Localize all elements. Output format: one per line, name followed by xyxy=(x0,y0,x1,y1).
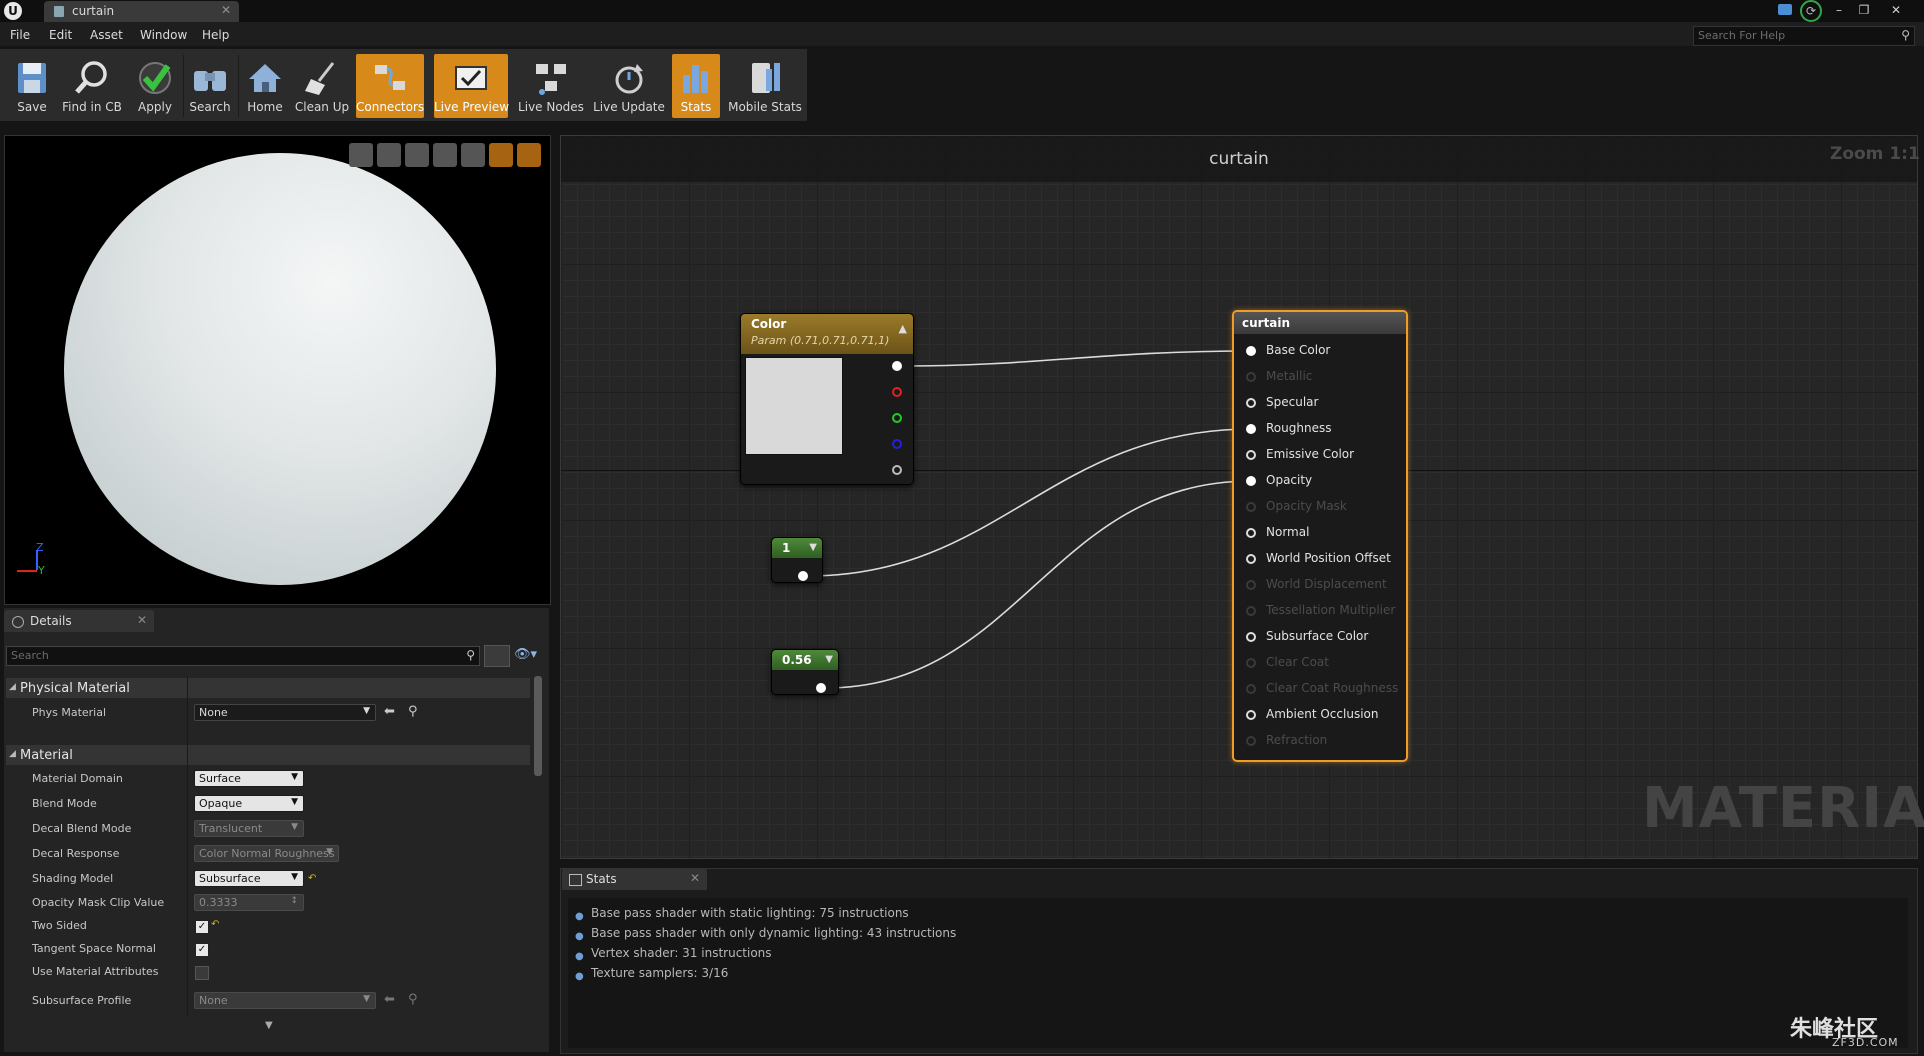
main-input-label: Normal xyxy=(1266,525,1310,539)
main-input-label: World Displacement xyxy=(1266,577,1387,591)
color-output-r-pin[interactable] xyxy=(892,387,902,397)
main-input-label: Base Color xyxy=(1266,343,1331,357)
stat-bullet: ● xyxy=(575,951,584,962)
color-output-b-pin[interactable] xyxy=(892,439,902,449)
stats-tab-label: Stats xyxy=(586,872,617,886)
collapse-arrow-icon[interactable]: ▲ xyxy=(899,322,907,335)
main-input-label: Emissive Color xyxy=(1266,447,1355,461)
main-input-pin[interactable] xyxy=(1246,398,1256,408)
close-stats-icon[interactable]: ✕ xyxy=(690,871,700,885)
color-swatch-preview xyxy=(745,357,843,455)
main-node-title: curtain xyxy=(1242,316,1291,330)
constant-056-output-pin[interactable] xyxy=(816,683,826,693)
main-input-pin[interactable] xyxy=(1246,684,1256,694)
constant-056-node[interactable]: 0.56 ▼ xyxy=(771,649,839,695)
wire-color-to-base-color xyxy=(900,350,1253,367)
stats-tab[interactable]: Stats ✕ xyxy=(562,868,707,890)
main-input-pin[interactable] xyxy=(1246,632,1256,642)
stat-bullet: ● xyxy=(575,931,584,942)
main-input-pin[interactable] xyxy=(1246,658,1256,668)
constant-1-output-pin[interactable] xyxy=(798,571,808,581)
main-input-pin[interactable] xyxy=(1246,736,1256,746)
collapse-arrow-icon[interactable]: ▼ xyxy=(825,654,833,665)
main-input-label: Metallic xyxy=(1266,369,1313,383)
stat-line: Base pass shader with static lighting: 7… xyxy=(591,906,909,920)
constant-056-value: 0.56 xyxy=(782,653,812,667)
main-input-pin[interactable] xyxy=(1246,502,1256,512)
color-output-g-pin[interactable] xyxy=(892,413,902,423)
main-input-pin[interactable] xyxy=(1246,710,1256,720)
color-node-title: Color xyxy=(751,317,787,331)
main-input-label: World Position Offset xyxy=(1266,551,1391,565)
main-input-pin[interactable] xyxy=(1246,606,1256,616)
main-input-pin[interactable] xyxy=(1246,580,1256,590)
main-input-label: Ambient Occlusion xyxy=(1266,707,1379,721)
constant-1-value: 1 xyxy=(782,541,791,555)
color-output-rgb-pin[interactable] xyxy=(892,361,902,371)
main-input-label: Specular xyxy=(1266,395,1319,409)
main-input-pin[interactable] xyxy=(1246,346,1256,356)
stat-bullet: ● xyxy=(575,971,584,982)
main-input-label: Roughness xyxy=(1266,421,1332,435)
constant-1-node[interactable]: 1 ▼ xyxy=(771,537,823,583)
stats-list xyxy=(568,898,1908,1048)
main-input-pin[interactable] xyxy=(1246,450,1256,460)
main-input-pin[interactable] xyxy=(1246,372,1256,382)
site-watermark-url: ZF3D.COM xyxy=(1832,1036,1899,1049)
wire-056-to-opacity xyxy=(824,480,1253,689)
main-input-label: Refraction xyxy=(1266,733,1328,747)
main-input-label: Opacity xyxy=(1266,473,1313,487)
color-output-a-pin[interactable] xyxy=(892,465,902,475)
main-input-label: Tessellation Multiplier xyxy=(1266,603,1396,617)
stat-line: Texture samplers: 3/16 xyxy=(591,966,729,980)
main-input-pin[interactable] xyxy=(1246,476,1256,486)
collapse-arrow-icon[interactable]: ▼ xyxy=(809,542,817,553)
main-input-pin[interactable] xyxy=(1246,424,1256,434)
stat-line: Vertex shader: 31 instructions xyxy=(591,946,772,960)
main-input-pin[interactable] xyxy=(1246,554,1256,564)
stat-line: Base pass shader with only dynamic light… xyxy=(591,926,957,940)
main-input-label: Opacity Mask xyxy=(1266,499,1347,513)
main-input-pin[interactable] xyxy=(1246,528,1256,538)
main-input-label: Subsurface Color xyxy=(1266,629,1369,643)
stat-bullet: ● xyxy=(575,911,584,922)
main-input-label: Clear Coat Roughness xyxy=(1266,681,1399,695)
main-input-label: Clear Coat xyxy=(1266,655,1329,669)
color-node-subtitle: Param (0.71,0.71,0.71,1) xyxy=(751,334,890,347)
stats-list-icon xyxy=(569,874,582,886)
